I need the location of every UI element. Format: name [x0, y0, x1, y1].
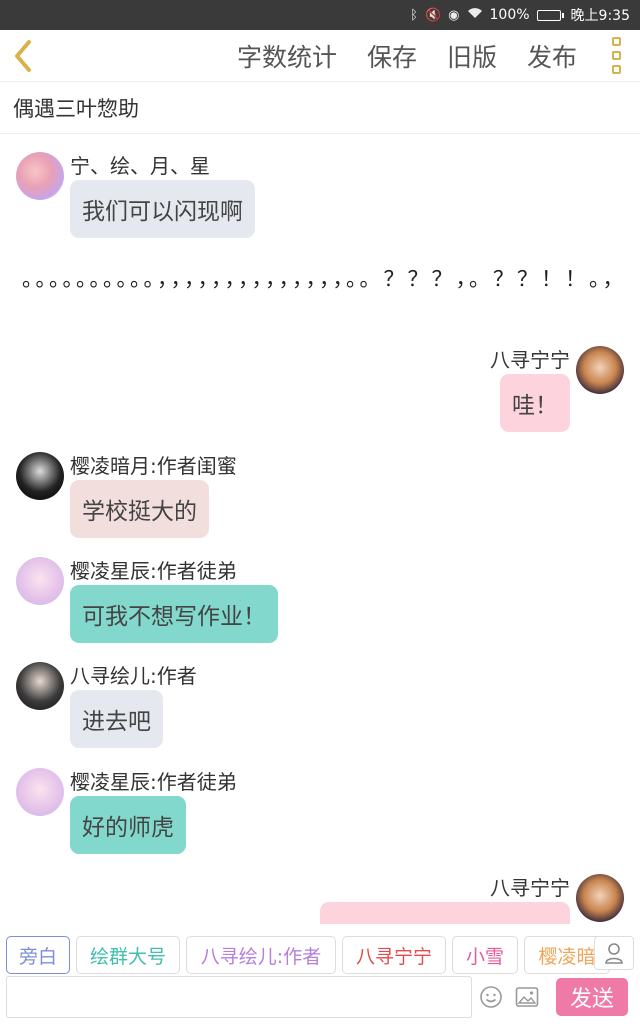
speaker-chip-narrator[interactable]: 旁白	[6, 936, 70, 974]
battery-percent: 100%	[489, 7, 530, 23]
narration-text[interactable]: 。。。。。。。。。。，，，，，，，，，，，，，，。。？？？，。？？！！。，	[22, 264, 624, 294]
composer: 发送	[0, 976, 640, 1024]
clock: 晚上9:35	[570, 8, 630, 24]
sender-name: 宁、绘、月、星	[70, 154, 210, 178]
status-bar: ᛒ 🔇 ◉ 100% 晚上9:35	[0, 0, 640, 30]
sender-name: 樱凌星辰:作者徒弟	[70, 770, 237, 794]
chat-editor-screen: ᛒ 🔇 ◉ 100% 晚上9:35 字数统计 保存 旧版 发布 偶遇三叶惣助 宁…	[0, 0, 640, 1024]
more-menu-icon[interactable]	[592, 30, 640, 82]
send-button[interactable]: 发送	[556, 978, 628, 1016]
avatar-bazun-ningning[interactable]	[576, 874, 624, 922]
chevron-left-icon	[15, 39, 31, 72]
save-button[interactable]: 保存	[352, 38, 432, 74]
story-title[interactable]: 偶遇三叶惣助	[0, 82, 640, 134]
avatar-bazun-huier[interactable]	[16, 662, 64, 710]
speaker-selector: 旁白 绘群大号 八寻绘儿:作者 八寻宁宁 小雪 樱凌暗	[0, 932, 640, 976]
old-version-button[interactable]: 旧版	[432, 38, 512, 74]
message-bubble[interactable]: 可我不想写作业！	[70, 585, 278, 643]
wifi-icon	[467, 7, 483, 23]
back-button[interactable]	[0, 30, 46, 82]
speaker-chip[interactable]: 绘群大号	[76, 936, 180, 974]
image-button[interactable]	[514, 984, 540, 1010]
sender-name: 八寻绘儿:作者	[70, 664, 197, 688]
smiley-icon	[480, 986, 502, 1008]
sender-name: 八寻宁宁	[490, 348, 570, 372]
app-bar: 字数统计 保存 旧版 发布	[0, 30, 640, 82]
sender-name: 八寻宁宁	[490, 876, 570, 900]
person-icon	[605, 943, 623, 964]
message-bubble[interactable]: 我们可以闪现啊	[70, 180, 255, 238]
message-bubble[interactable]: 哇！	[500, 374, 570, 432]
manage-characters-button[interactable]	[594, 936, 634, 970]
avatar-yingling-xingchen[interactable]	[16, 768, 64, 816]
bluetooth-icon: ᛒ	[410, 7, 418, 23]
word-count-button[interactable]: 字数统计	[222, 38, 352, 74]
speaker-chip[interactable]: 小雪	[452, 936, 518, 974]
avatar-yingling-anyue[interactable]	[16, 452, 64, 500]
mute-icon: 🔇	[424, 7, 442, 23]
battery-icon	[536, 9, 564, 21]
message-input[interactable]	[6, 976, 472, 1018]
sender-name: 樱凌星辰:作者徒弟	[70, 559, 237, 583]
avatar-group[interactable]	[16, 152, 64, 200]
message-bubble[interactable]: 学校挺大的	[70, 480, 209, 538]
speaker-chip[interactable]: 八寻宁宁	[342, 936, 446, 974]
sender-name: 樱凌暗月:作者闺蜜	[70, 454, 237, 478]
eye-icon: ◉	[448, 7, 460, 23]
avatar-bazun-ningning[interactable]	[576, 346, 624, 394]
chat-list[interactable]: 宁、绘、月、星 我们可以闪现啊 。。。。。。。。。。，，，，，，，，，，，，，，…	[0, 134, 640, 924]
message-bubble[interactable]: 进去吧	[70, 690, 163, 748]
message-bubble[interactable]	[320, 902, 570, 924]
avatar-yingling-xingchen[interactable]	[16, 557, 64, 605]
message-bubble[interactable]: 好的师虎	[70, 796, 186, 854]
emoji-button[interactable]	[478, 984, 504, 1010]
speaker-chip[interactable]: 八寻绘儿:作者	[186, 936, 336, 974]
image-icon	[515, 987, 539, 1007]
publish-button[interactable]: 发布	[512, 38, 592, 74]
